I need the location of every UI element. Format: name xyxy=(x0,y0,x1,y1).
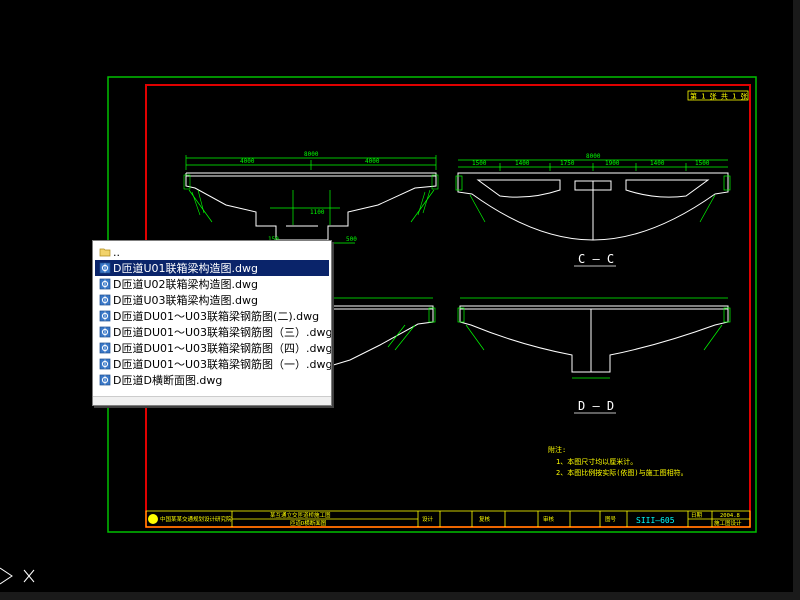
title-number: SIII—605 xyxy=(636,516,675,525)
section-label-d-d: D — D xyxy=(578,399,614,413)
file-list-item-label: D匝道D横断面图.dwg xyxy=(113,374,223,387)
dwg-file-icon xyxy=(99,294,111,306)
file-list-item[interactable]: D匝道U01联箱梁构造图.dwg xyxy=(95,260,329,276)
file-list-item-parent[interactable]: .. xyxy=(95,244,329,260)
dim-label: 1400 xyxy=(515,160,530,167)
file-list-item-label: D匝道DU01～U03联箱梁钢筋图（四）.dwg xyxy=(113,342,332,355)
dim-label: 8000 xyxy=(304,151,319,158)
notes-title: 附注: xyxy=(548,445,566,454)
dim-label: 1500 xyxy=(472,160,487,167)
title-date-label: 日期 xyxy=(691,512,703,519)
dwg-file-icon xyxy=(99,342,111,354)
dim-label: 1500 xyxy=(695,160,710,167)
file-list-item[interactable]: D匝道DU01～U03联箱梁钢筋图(二).dwg xyxy=(95,308,329,324)
dwg-file-icon xyxy=(99,326,111,338)
bottom-tab-strip[interactable] xyxy=(0,592,800,600)
folder-icon xyxy=(99,248,111,257)
sheet-number-box: 第 1 张 共 1 张 xyxy=(687,90,749,101)
file-list-popup[interactable]: .. D匝道U01联箱梁构造图.dwg D匝道U02联箱梁构造图.dwg D匝道U03… xyxy=(92,240,332,406)
title-date: 2004.8 xyxy=(720,513,740,519)
dwg-file-icon xyxy=(99,278,111,290)
title-review: 审核 xyxy=(543,515,555,523)
title-design: 设计 xyxy=(422,515,434,523)
dim-label: 1750 xyxy=(560,160,575,167)
title-company: 中国某某交通规划设计研究院 xyxy=(160,515,232,523)
dwg-file-icon xyxy=(99,374,111,386)
dwg-file-icon xyxy=(99,310,111,322)
dim-label: 1400 xyxy=(650,160,665,167)
file-list-item[interactable]: D匝道DU01～U03联箱梁钢筋图（四）.dwg xyxy=(95,340,332,356)
sheet-number-text: 第 1 张 共 1 张 xyxy=(690,92,748,101)
dwg-file-icon xyxy=(99,262,111,274)
right-edge-scrollbar[interactable] xyxy=(793,0,800,600)
dim-label: 1100 xyxy=(310,209,325,216)
file-list-item[interactable]: D匝道DU01～U03联箱梁钢筋图（三）.dwg xyxy=(95,324,332,340)
title-stage: 施工图设计 xyxy=(714,519,742,527)
dim-label: 4000 xyxy=(240,158,255,165)
company-logo xyxy=(148,514,158,524)
file-list-item[interactable]: D匝道U02联箱梁构造图.dwg xyxy=(95,276,329,292)
file-list-item-label: D匝道U02联箱梁构造图.dwg xyxy=(113,278,258,291)
title-drawing-name: 匝道D横断面图 xyxy=(290,519,327,527)
file-list-item[interactable]: D匝道D横断面图.dwg xyxy=(95,372,329,388)
file-list-item-label: D匝道DU01～U03联箱梁钢筋图(二).dwg xyxy=(113,310,320,323)
title-check: 复核 xyxy=(479,515,491,523)
file-list-item-label: D匝道DU01～U03联箱梁钢筋图（三）.dwg xyxy=(113,326,332,339)
dim-label: 1900 xyxy=(605,160,620,167)
file-list-item[interactable]: D匝道U03联箱梁构造图.dwg xyxy=(95,292,329,308)
file-list-item-label: D匝道DU01～U03联箱梁钢筋图（一）.dwg xyxy=(113,358,332,371)
file-list-item-label: D匝道U03联箱梁构造图.dwg xyxy=(113,294,258,307)
popup-scrollbar[interactable] xyxy=(93,396,331,405)
file-list-item-label: D匝道U01联箱梁构造图.dwg xyxy=(113,262,258,275)
note-line: 1、本图尺寸均以厘米计。 xyxy=(556,457,637,466)
dim-label: 8000 xyxy=(586,153,601,160)
title-number-label: 图号 xyxy=(605,515,617,523)
section-label-c-c: C — C xyxy=(578,252,614,266)
file-list-item[interactable]: D匝道DU01～U03联箱梁钢筋图（一）.dwg xyxy=(95,356,332,372)
dim-label: 4000 xyxy=(365,158,380,165)
note-line: 2、本图比例按实际(依图)与施工图相符。 xyxy=(556,468,688,477)
dim-label: 500 xyxy=(346,236,357,243)
file-list-item-label: .. xyxy=(113,245,120,259)
title-project: 某互通立交匝道桥施工图 xyxy=(270,511,331,519)
dwg-file-icon xyxy=(99,358,111,370)
